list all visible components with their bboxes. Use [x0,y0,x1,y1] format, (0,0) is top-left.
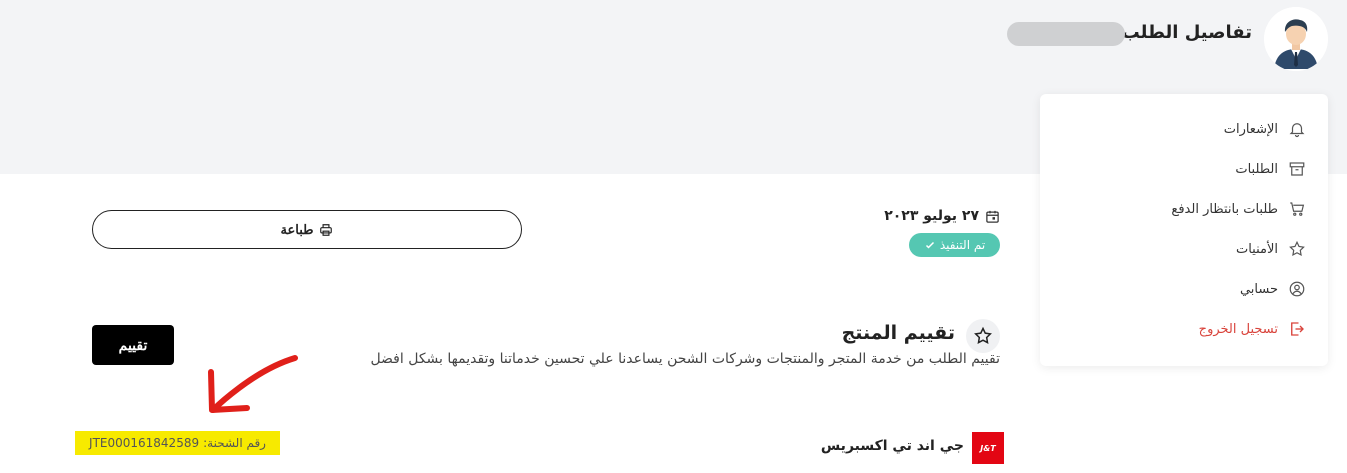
menu-item-my-account[interactable]: حسابي [1240,277,1306,301]
cart-icon [1290,202,1305,216]
carrier-logo: J&T [972,432,1004,464]
carrier-logo-text: J&T [980,443,996,453]
tracking-label: رقم الشحنة: [203,436,266,450]
print-label: طباعة [280,221,314,237]
menu-item-pending-payment[interactable]: طلبات بانتظار الدفع [1171,197,1306,221]
user-avatar[interactable] [1264,7,1328,71]
menu-item-label: حسابي [1239,281,1278,297]
menu-item-label: الإشعارات [1223,121,1278,137]
rating-star-badge [966,319,1000,353]
user-icon [1289,281,1305,297]
rating-description: تقييم الطلب من خدمة المتجر والمنتجات وشر… [370,351,1000,367]
account-menu: الإشعارات الطلبات طلبات بانتظار الدفع ال… [1040,94,1328,366]
menu-item-label: الطلبات [1235,161,1278,177]
redacted-order-number [1007,22,1125,46]
menu-item-label: الأمنيات [1235,241,1278,257]
calendar-icon [986,210,999,223]
menu-item-label: تسجيل الخروج [1198,321,1278,337]
star-outline-icon [974,326,992,344]
print-button[interactable]: طباعة [92,210,522,249]
avatar-icon [1264,7,1328,71]
order-date: ٢٧ يوليو ٢٠٢٣ [884,208,1000,224]
menu-item-notifications[interactable]: الإشعارات [1224,117,1306,141]
box-icon [1289,162,1305,176]
menu-item-wishlist[interactable]: الأمنيات [1236,237,1306,261]
menu-item-label: طلبات بانتظار الدفع [1171,201,1278,217]
status-badge: تم التنفيذ [909,233,1000,257]
carrier-name: جي اند تي اكسبريس [820,438,964,454]
bell-icon [1289,123,1305,138]
status-text: تم التنفيذ [939,238,986,252]
menu-item-orders[interactable]: الطلبات [1235,157,1306,181]
annotation-arrow [208,355,298,413]
tracking-value: JTE000161842589 [89,436,200,450]
star-icon [1289,240,1305,257]
printer-icon [320,223,333,236]
tracking-number: رقم الشحنة: JTE000161842589 [75,431,280,455]
rate-button[interactable]: تقييم [92,325,174,365]
rating-title: تقييم المنتج [841,322,955,344]
order-date-text: ٢٧ يوليو ٢٠٢٣ [884,208,979,224]
check-icon [925,241,934,249]
menu-item-logout[interactable]: تسجيل الخروج [1199,317,1306,341]
logout-icon [1291,322,1304,336]
